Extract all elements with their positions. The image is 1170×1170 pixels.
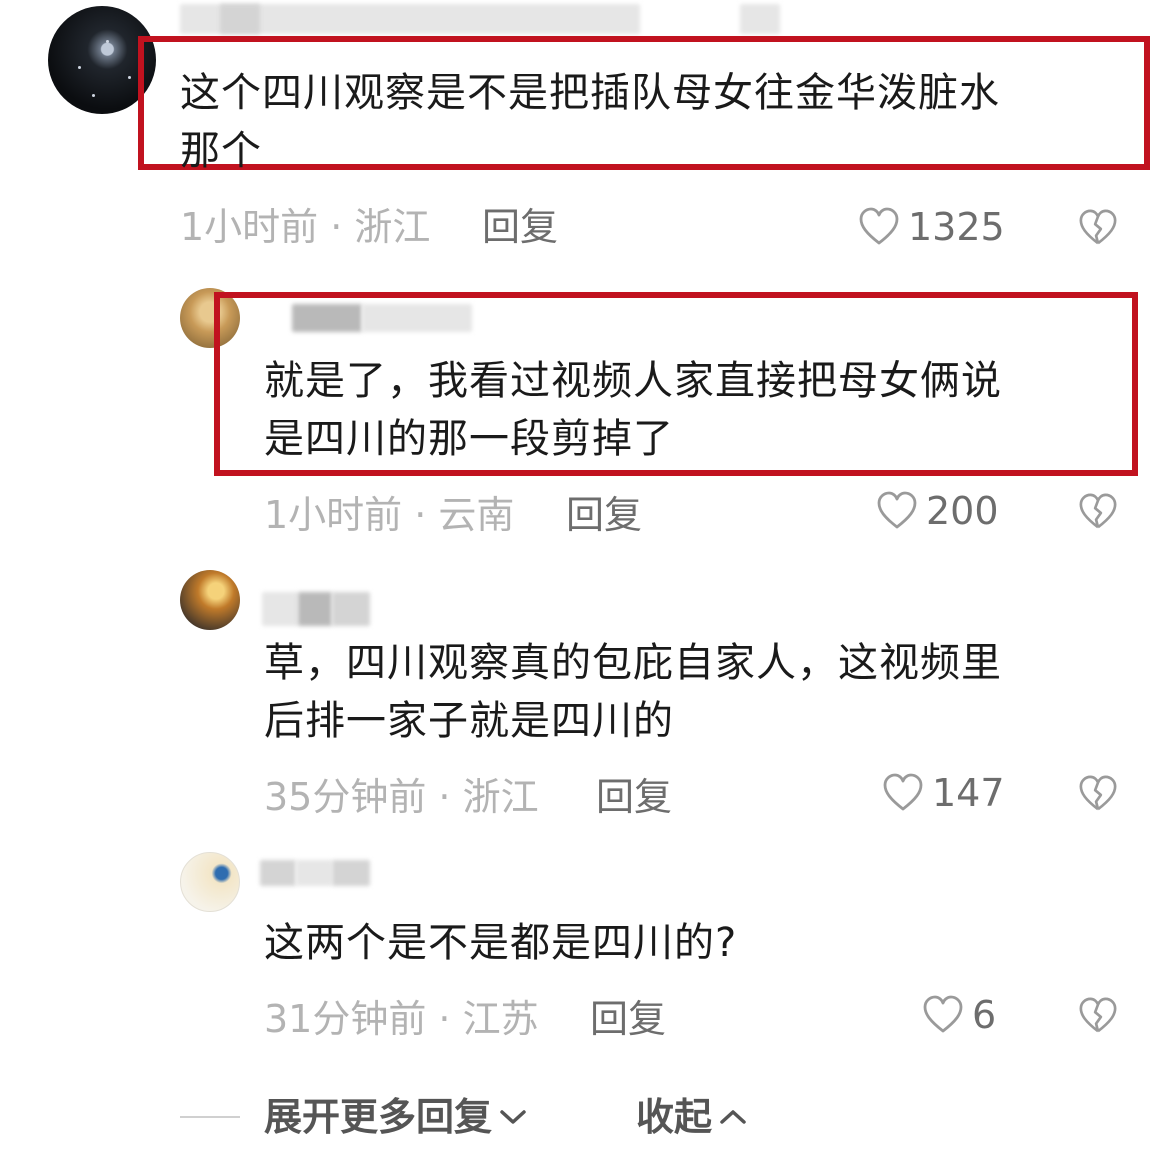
collapse-button[interactable]: 收起 xyxy=(636,1094,748,1140)
comment-text: 就是了，我看过视频人家直接把母女俩说 是四川的那一段剪掉了 xyxy=(264,352,1002,468)
comment-text-line: 是四川的那一段剪掉了 xyxy=(264,416,674,462)
comment-meta: 35分钟前 · 浙江 xyxy=(264,775,539,819)
comment-text-line: 就是了，我看过视频人家直接把母女俩说 xyxy=(264,358,1002,404)
avatar[interactable] xyxy=(180,570,240,630)
collapse-label: 收起 xyxy=(636,1095,713,1139)
comment-meta: 31分钟前 · 江苏 xyxy=(264,997,539,1041)
dislike-button[interactable] xyxy=(1078,492,1118,532)
username[interactable] xyxy=(262,592,298,626)
broken-heart-icon xyxy=(1079,493,1117,529)
comment-meta: 1小时前 · 云南 xyxy=(264,493,515,537)
reply-button[interactable]: 回复 xyxy=(596,774,672,820)
dislike-button[interactable] xyxy=(1078,208,1118,248)
heart-outline-icon xyxy=(877,491,917,529)
username-blur xyxy=(332,592,370,626)
heart-outline-icon xyxy=(923,995,963,1033)
username-blur xyxy=(740,4,780,34)
comment-text: 这个四川观察是不是把插队母女往金华泼脏水 那个 xyxy=(180,64,1000,180)
username-blur xyxy=(296,860,332,886)
comment-meta: 1小时前 · 浙江 xyxy=(180,205,431,249)
dislike-button[interactable] xyxy=(1078,996,1118,1036)
like-button[interactable]: 1325 xyxy=(858,204,1005,250)
comment-text-line: 这两个是不是都是四川的? xyxy=(264,920,738,966)
comment-text-line: 草，四川观察真的包庇自家人，这视频里 xyxy=(264,640,1002,686)
comment-text-line: 这个四川观察是不是把插队母女往金华泼脏水 xyxy=(180,70,1000,116)
heart-outline-icon xyxy=(883,773,923,811)
reply-button[interactable]: 回复 xyxy=(590,996,666,1042)
comment-text-line: 后排一家子就是四川的 xyxy=(264,698,674,744)
chevron-up-icon xyxy=(720,1110,746,1124)
username-blur xyxy=(298,592,332,626)
comment-text: 草，四川观察真的包庇自家人，这视频里 后排一家子就是四川的 xyxy=(264,634,1002,750)
expand-replies-label: 展开更多回复 xyxy=(264,1095,493,1139)
like-button[interactable]: 6 xyxy=(922,992,996,1038)
like-button[interactable]: 147 xyxy=(882,770,1005,816)
broken-heart-icon xyxy=(1079,997,1117,1033)
like-button[interactable]: 200 xyxy=(876,488,999,534)
avatar[interactable] xyxy=(180,852,240,912)
reply-button[interactable]: 回复 xyxy=(566,492,642,538)
heart-outline-icon xyxy=(859,207,899,245)
username-blur xyxy=(220,4,260,34)
broken-heart-icon xyxy=(1079,775,1117,811)
username[interactable] xyxy=(260,860,296,886)
like-count: 200 xyxy=(926,489,999,533)
chevron-down-icon xyxy=(500,1110,526,1124)
divider xyxy=(180,1116,240,1118)
expand-replies-button[interactable]: 展开更多回复 xyxy=(264,1094,528,1140)
username-blur xyxy=(332,860,370,886)
broken-heart-icon xyxy=(1079,209,1117,245)
reply-button[interactable]: 回复 xyxy=(482,204,558,250)
like-count: 6 xyxy=(972,993,997,1037)
dislike-button[interactable] xyxy=(1078,774,1118,814)
like-count: 147 xyxy=(932,771,1005,815)
comment-text: 这两个是不是都是四川的? xyxy=(264,914,737,972)
comment-text-line: 那个 xyxy=(180,128,262,174)
like-count: 1325 xyxy=(908,205,1005,249)
